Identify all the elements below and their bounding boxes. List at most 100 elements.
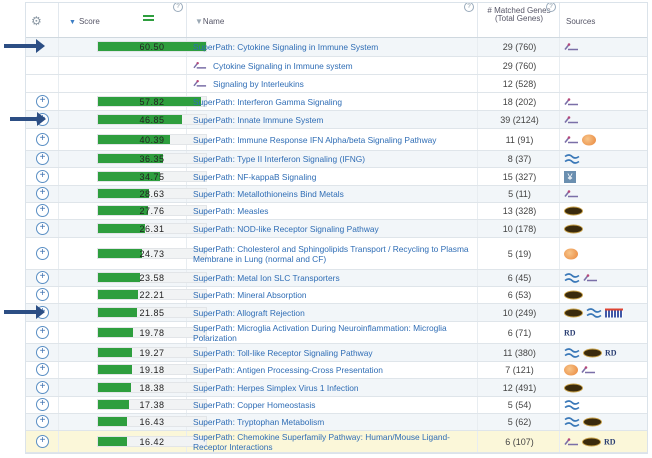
expand-icon[interactable]: + [36, 152, 49, 165]
sort-desc-icon[interactable]: ▼ [69, 19, 76, 26]
pathway-name-link[interactable]: SuperPath: Immune Response IFN Alpha/bet… [193, 135, 473, 145]
pathway-name-link[interactable]: Signaling by Interleukins [213, 79, 473, 89]
table-row[interactable]: +26.31 SuperPath: NOD-like Receptor Signa… [26, 220, 647, 238]
table-row[interactable]: +27.76 SuperPath: Measles 13 (328) [26, 203, 647, 220]
pathway-name-link[interactable]: SuperPath: Tryptophan Metabolism [193, 417, 473, 427]
expand-icon[interactable]: + [36, 345, 49, 359]
pathway-name-link[interactable]: SuperPath: Copper Homeostasis [193, 400, 473, 410]
pathway-name-link[interactable]: SuperPath: Chemokine Superfamily Pathway… [193, 432, 473, 452]
info-icon[interactable]: ? [546, 3, 556, 12]
header-score[interactable]: ▼ Score ? [59, 3, 187, 37]
name-cell: Signaling by Interleukins [187, 75, 478, 92]
table-row[interactable]: +28.63 SuperPath: Metallothioneins Bind M… [26, 186, 647, 203]
sources-cell [560, 111, 647, 128]
name-header-label[interactable]: Name [203, 17, 224, 26]
sources-icons [564, 43, 579, 52]
expand-icon[interactable]: + [36, 246, 49, 260]
table-row[interactable]: +24.73 SuperPath: Cholesterol and Sphingo… [26, 238, 647, 270]
pathway-name-link[interactable]: SuperPath: Herpes Simplex Virus 1 Infect… [193, 383, 473, 393]
expand-icon[interactable]: + [36, 325, 49, 339]
matched-genes-cell: 6 (71) [478, 322, 560, 343]
pathway-name-link[interactable]: SuperPath: Cholesterol and Sphingolipids… [193, 244, 473, 264]
sort-icon[interactable]: ▼ [195, 17, 203, 26]
score-cell: 40.39 [59, 129, 207, 150]
table-row[interactable]: +19.78 SuperPath: Microglia Activation Du… [26, 322, 647, 344]
pathway-name-link[interactable]: SuperPath: NOD-like Receptor Signaling P… [193, 224, 473, 234]
pathway-name-link[interactable]: SuperPath: Mineral Absorption [193, 290, 473, 300]
header-name[interactable]: ▼Name ? [187, 3, 478, 37]
table-row[interactable]: +23.58 SuperPath: Metal Ion SLC Transport… [26, 270, 647, 287]
pathway-name-link[interactable]: SuperPath: Metal Ion SLC Transporters [193, 273, 473, 283]
kegg-source-icon [583, 417, 602, 427]
table-row[interactable]: +16.42 SuperPath: Chemokine Superfamily P… [26, 431, 647, 453]
matched-genes-value: 5 (54) [507, 400, 532, 410]
kegg-source-icon [564, 290, 583, 300]
table-row[interactable]: +19.27 SuperPath: Toll-like Receptor Sign… [26, 344, 647, 362]
table-row[interactable]: +19.18 SuperPath: Antigen Processing-Cros… [26, 362, 647, 379]
expand-icon[interactable]: + [36, 398, 49, 411]
settings-icon[interactable]: ⚙ [31, 14, 42, 28]
pathway-name-link[interactable]: SuperPath: Measles [193, 206, 473, 216]
score-cell: 26.31 [59, 220, 207, 237]
table-row[interactable]: +36.35 SuperPath: Type II Interferon Sign… [26, 151, 647, 168]
pathway-name-link[interactable]: SuperPath: Metallothioneins Bind Metals [193, 189, 473, 199]
expand-icon[interactable]: + [36, 415, 49, 428]
expand-icon[interactable]: + [36, 288, 49, 301]
info-icon[interactable]: ? [464, 3, 474, 12]
pathway-name-link[interactable]: Cytokine Signaling in Immune system [213, 61, 473, 71]
sources-icons [564, 290, 583, 300]
pathway-name-link[interactable]: SuperPath: Antigen Processing-Cross Pres… [193, 365, 473, 375]
table-row[interactable]: +40.39 SuperPath: Immune Response IFN Alp… [26, 129, 647, 151]
header-settings-cell[interactable]: ⚙ [26, 3, 59, 37]
helix-source-icon [564, 273, 580, 283]
pathway-name-link[interactable]: SuperPath: Type II Interferon Signaling … [193, 154, 473, 164]
row-expand-cell: + [26, 203, 59, 219]
expand-icon[interactable]: + [36, 434, 49, 448]
expand-icon[interactable]: + [36, 380, 49, 394]
pathway-name-link[interactable]: SuperPath: Toll-like Receptor Signaling … [193, 348, 473, 358]
sub-pathway-row[interactable]: Signaling by Interleukins 12 (528) [26, 75, 647, 93]
expand-icon[interactable]: + [36, 271, 49, 284]
pathway-name-link[interactable]: SuperPath: Allograft Rejection [193, 308, 473, 318]
table-row[interactable]: +16.43 SuperPath: Tryptophan Metabolism 5 … [26, 414, 647, 431]
table-body: 60.50 SuperPath: Cytokine Signaling in Im… [26, 38, 647, 453]
pathway-name-link[interactable]: SuperPath: NF-kappaB Signaling [193, 172, 473, 182]
table-row[interactable]: 60.50 SuperPath: Cytokine Signaling in Im… [26, 38, 647, 57]
table-row[interactable]: +17.38 SuperPath: Copper Homeostasis 5 (54… [26, 397, 647, 414]
table-row[interactable]: +21.85SuperPath: Allograft Rejection10 (… [26, 304, 647, 322]
sources-icons [564, 190, 579, 199]
kegg-source-icon [564, 383, 583, 392]
sub-pathway-row[interactable]: Cytokine Signaling in Immune system 29 (7… [26, 57, 647, 75]
matched-genes-cell: 29 (760) [478, 38, 560, 56]
score-header-label[interactable]: Score [79, 17, 100, 26]
table-row[interactable]: +57.82 SuperPath: Interferon Gamma Signal… [26, 93, 647, 111]
expand-icon[interactable]: + [36, 221, 49, 235]
genes-header-label[interactable]: # Matched Genes (Total Genes) [486, 7, 552, 23]
header-matched-genes[interactable]: # Matched Genes (Total Genes) ? [478, 3, 560, 37]
table-row[interactable]: +18.38 SuperPath: Herpes Simplex Virus 1 … [26, 379, 647, 397]
column-menu-icon[interactable] [143, 15, 154, 23]
expand-icon[interactable]: + [36, 204, 49, 217]
expand-icon[interactable]: + [36, 132, 49, 146]
pathway-name-link[interactable]: SuperPath: Microglia Activation During N… [193, 323, 473, 343]
expand-icon[interactable]: + [36, 94, 49, 108]
expand-icon[interactable]: + [36, 363, 49, 376]
rd-source-icon: RD [605, 348, 617, 357]
score-cell: 16.43 [59, 414, 207, 430]
expand-icon[interactable]: + [36, 187, 49, 200]
helix-source-icon [564, 400, 580, 410]
name-cell: SuperPath: Metallothioneins Bind Metals [187, 186, 478, 202]
sources-cell [560, 397, 647, 413]
table-row[interactable]: +34.75 SuperPath: NF-kappaB Signaling 15 (… [26, 168, 647, 186]
score-cell: 34.75 [59, 168, 207, 185]
table-row[interactable]: +22.21 SuperPath: Mineral Absorption 6 (53… [26, 287, 647, 304]
sources-cell [560, 93, 647, 110]
table-row[interactable]: +46.85SuperPath: Innate Immune System39 … [26, 111, 647, 129]
name-cell: SuperPath: NF-kappaB Signaling [187, 168, 478, 185]
pathway-name-link[interactable]: SuperPath: Innate Immune System [193, 115, 473, 125]
expand-icon[interactable]: + [36, 169, 49, 183]
pathway-name-link[interactable]: SuperPath: Cytokine Signaling in Immune … [193, 42, 473, 52]
pathway-name-link[interactable]: SuperPath: Interferon Gamma Signaling [193, 97, 473, 107]
info-icon[interactable]: ? [173, 3, 183, 12]
name-cell: SuperPath: Microglia Activation During N… [187, 322, 478, 343]
